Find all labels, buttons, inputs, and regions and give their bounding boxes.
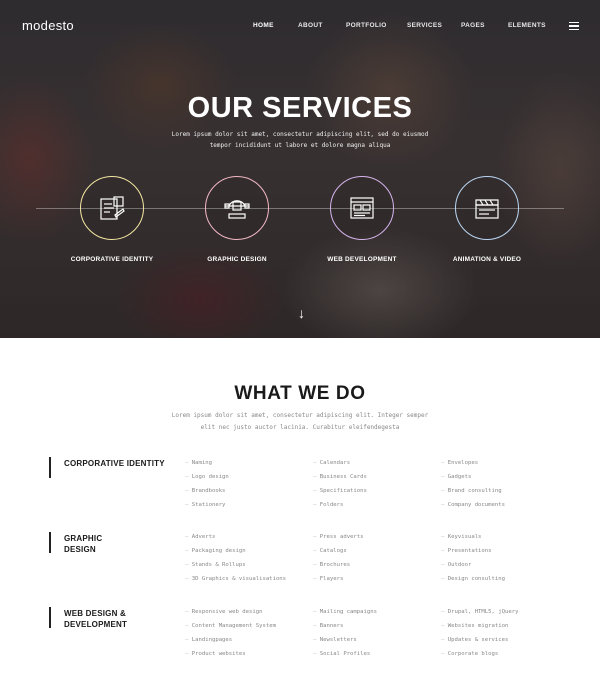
- nav-item-pages[interactable]: PAGES: [461, 22, 485, 29]
- service-label: GRAPHIC DESIGN: [207, 256, 267, 263]
- list-item: Press adverts: [313, 534, 438, 548]
- list-item: Banners: [313, 623, 438, 637]
- list-item: Packaging design: [185, 548, 310, 562]
- category-title: CORPORATIVE IDENTITY: [64, 459, 165, 468]
- list-item: Websites migration: [441, 623, 566, 637]
- list-item: Keyvisuals: [441, 534, 566, 548]
- service-list: Calendars Business Cards Specifications …: [313, 460, 438, 516]
- category-accent-bar: [49, 457, 51, 478]
- list-item: Specifications: [313, 488, 438, 502]
- service-web-development[interactable]: WEB DEVELOPMENT: [302, 176, 422, 263]
- list-item: 3D Graphics & visualisations: [185, 576, 310, 590]
- identity-document-icon: [80, 176, 144, 240]
- list-item: Presentations: [441, 548, 566, 562]
- list-item: Flayers: [313, 576, 438, 590]
- list-item: Content Management System: [185, 623, 310, 637]
- hero-section: modesto HOME ABOUT PORTFOLIO SERVICES PA…: [0, 0, 600, 338]
- nav-item-services[interactable]: SERVICES: [407, 22, 442, 29]
- hero-subtitle: Lorem ipsum dolor sit amet, consectetur …: [171, 131, 429, 149]
- hamburger-menu-icon[interactable]: [569, 22, 579, 31]
- scroll-down-arrow-icon[interactable]: ↓: [298, 306, 305, 320]
- list-item: Brochures: [313, 562, 438, 576]
- clapperboard-icon: [455, 176, 519, 240]
- list-item: Newsletters: [313, 637, 438, 651]
- nav-item-portfolio[interactable]: PORTFOLIO: [346, 22, 387, 29]
- list-item: Product websites: [185, 651, 310, 665]
- list-item: Brand consulting: [441, 488, 566, 502]
- main-menu: HOME ABOUT PORTFOLIO SERVICES PAGES ELEM…: [0, 22, 600, 34]
- category-title: GRAPHIC DESIGN: [64, 534, 103, 554]
- list-item: Corporate blogs: [441, 651, 566, 665]
- list-item: Stands & Rollups: [185, 562, 310, 576]
- service-list: Naming Logo design Brandbooks Stationery: [185, 460, 310, 516]
- service-graphic-design[interactable]: GRAPHIC DESIGN: [177, 176, 297, 263]
- list-item: Calendars: [313, 460, 438, 474]
- what-we-do-title: WHAT WE DO: [234, 383, 366, 404]
- service-list: Press adverts Catalogs Brochures Flayers: [313, 534, 438, 590]
- list-item: Landingpages: [185, 637, 310, 651]
- top-navigation: modesto HOME ABOUT PORTFOLIO SERVICES PA…: [0, 0, 600, 52]
- list-item: Outdoor: [441, 562, 566, 576]
- service-list: Adverts Packaging design Stands & Rollup…: [185, 534, 310, 590]
- service-label: CORPORATIVE IDENTITY: [70, 256, 154, 263]
- category-accent-bar: [49, 532, 51, 553]
- list-item: Mailing campaigns: [313, 609, 438, 623]
- list-item: Folders: [313, 502, 438, 516]
- list-item: Business Cards: [313, 474, 438, 488]
- nav-item-about[interactable]: ABOUT: [298, 22, 323, 29]
- list-item: Brandbooks: [185, 488, 310, 502]
- service-list: Envelopes Gadgets Brand consulting Compa…: [441, 460, 566, 516]
- category-title: WEB DESIGN & DEVELOPMENT: [64, 609, 128, 629]
- list-item: Drupal, HTML5, jQuery: [441, 609, 566, 623]
- list-item: Responsive web design: [185, 609, 310, 623]
- list-item: Gadgets: [441, 474, 566, 488]
- browser-layout-icon: [330, 176, 394, 240]
- list-item: Stationery: [185, 502, 310, 516]
- category-accent-bar: [49, 607, 51, 628]
- service-list: Drupal, HTML5, jQuery Websites migration…: [441, 609, 566, 665]
- service-label: ANIMATION & VIDEO: [452, 256, 522, 263]
- list-item: Envelopes: [441, 460, 566, 474]
- list-item: Updates & services: [441, 637, 566, 651]
- list-item: Logo design: [185, 474, 310, 488]
- service-label: WEB DEVELOPMENT: [327, 256, 397, 263]
- vector-bezier-icon: [205, 176, 269, 240]
- hero-title: OUR SERVICES: [187, 92, 413, 124]
- list-item: Social Profiles: [313, 651, 438, 665]
- service-list: Keyvisuals Presentations Outdoor Design …: [441, 534, 566, 590]
- what-we-do-subtitle: Lorem ipsum dolor sit amet, consectetur …: [171, 412, 429, 431]
- service-list: Responsive web design Content Management…: [185, 609, 310, 665]
- service-animation-video[interactable]: ANIMATION & VIDEO: [427, 176, 547, 263]
- list-item: Adverts: [185, 534, 310, 548]
- service-corporative-identity[interactable]: CORPORATIVE IDENTITY: [52, 176, 172, 263]
- list-item: Catalogs: [313, 548, 438, 562]
- list-item: Design consulting: [441, 576, 566, 590]
- nav-item-elements[interactable]: ELEMENTS: [508, 22, 546, 29]
- list-item: Company documents: [441, 502, 566, 516]
- service-list: Mailing campaigns Banners Newsletters So…: [313, 609, 438, 665]
- nav-item-home[interactable]: HOME: [253, 22, 274, 29]
- list-item: Naming: [185, 460, 310, 474]
